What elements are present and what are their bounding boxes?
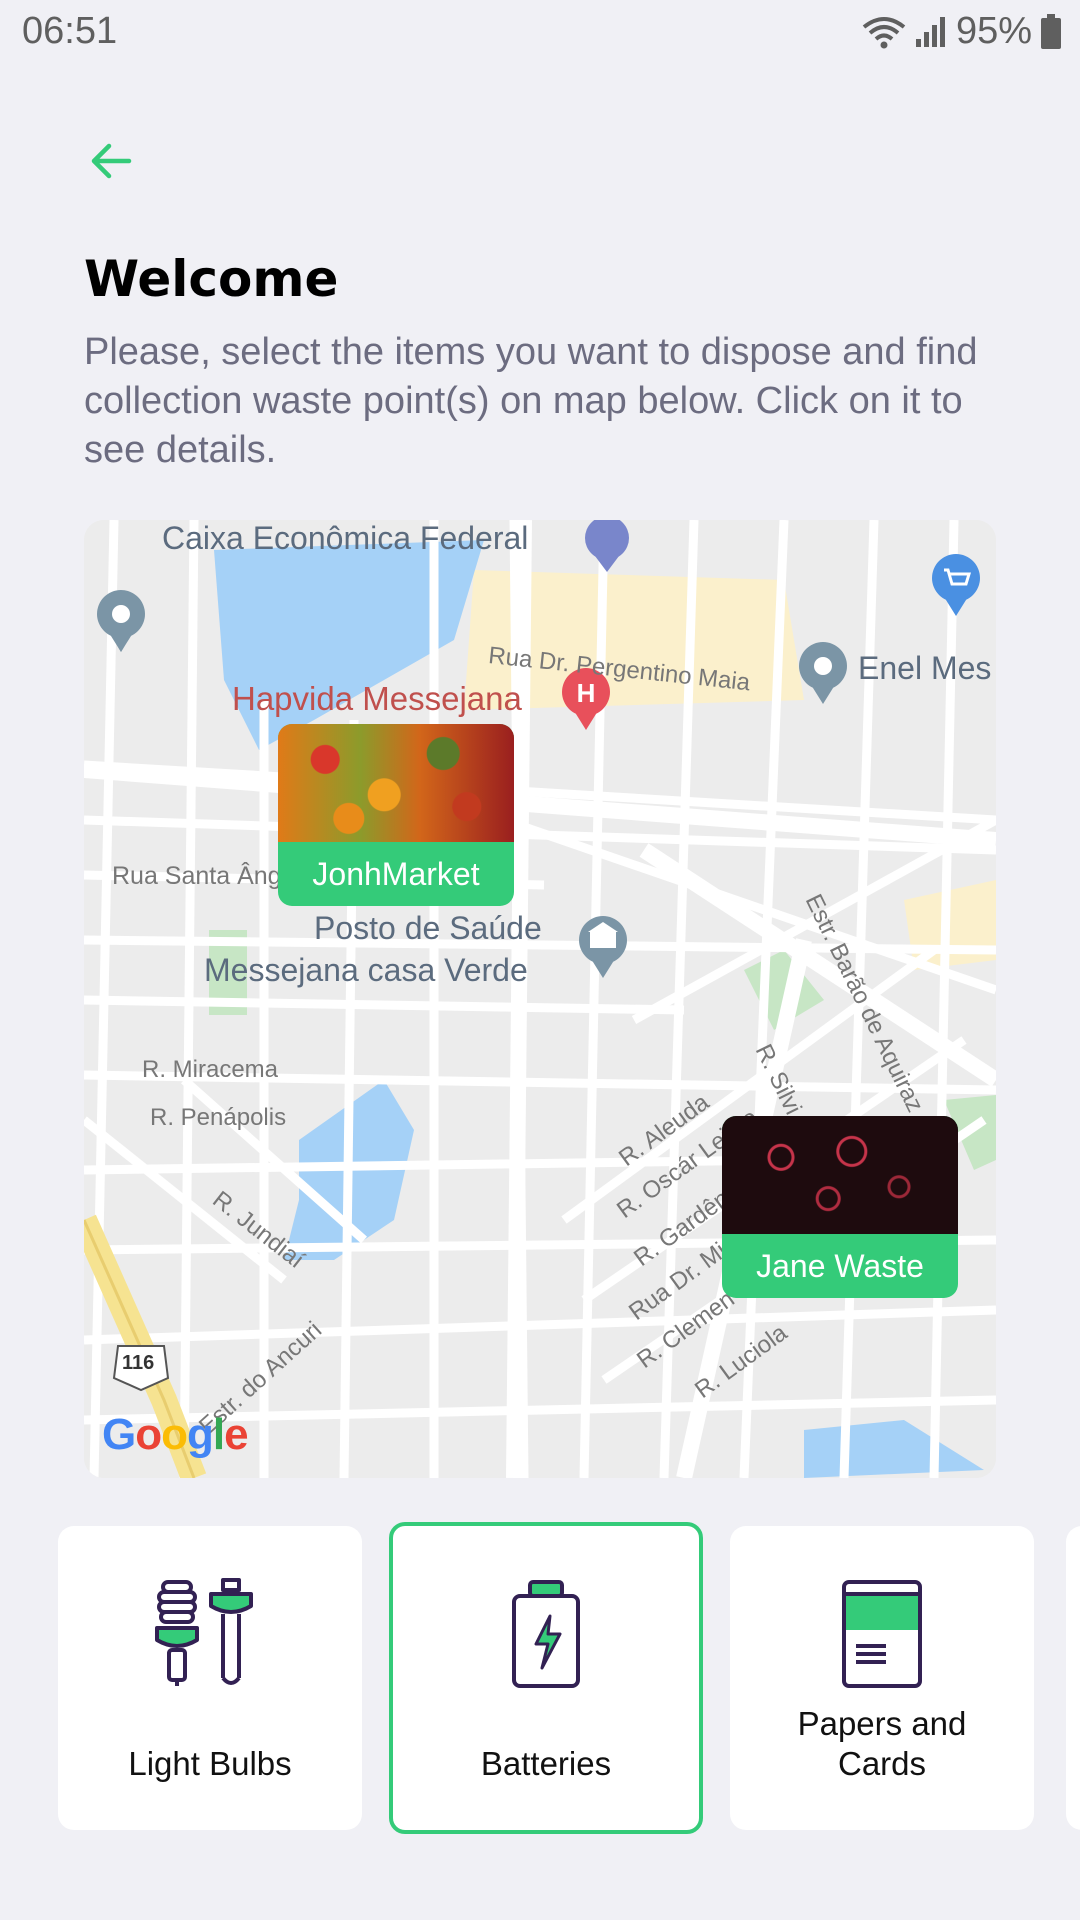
- item-label: Light Bulbs: [128, 1745, 292, 1782]
- back-button[interactable]: [84, 134, 138, 188]
- battery-status-icon: [1041, 13, 1061, 49]
- map[interactable]: H Caixa Econômica Federal Hapvida Messej…: [84, 520, 996, 1478]
- item-label-line2: Cards: [837, 1745, 927, 1782]
- item-label: Papers and Cards: [734, 1704, 1030, 1784]
- items-list: Light Bulbs Batteries Papers and Cards: [0, 1522, 1080, 1834]
- map-label-rua-santa: Rua Santa Âng: [112, 862, 282, 890]
- map-label-enel: Enel Mes: [858, 650, 992, 686]
- map-marker-jane-waste[interactable]: Jane Waste: [722, 1116, 958, 1298]
- paper-cards-icon: [842, 1580, 922, 1688]
- item-label-line1: Papers and: [797, 1705, 967, 1742]
- map-label-posto-1: Posto de Saúde: [314, 910, 542, 946]
- map-label-posto-2: Messejana casa Verde: [204, 952, 528, 988]
- map-marker-jonhmarket[interactable]: JonhMarket: [278, 724, 514, 906]
- status-bar: 06:51 95%: [0, 0, 1080, 66]
- map-label-hapvida: Hapvida Messejana: [232, 680, 522, 717]
- page-description: Please, select the items you want to dis…: [84, 331, 978, 471]
- svg-text:H: H: [577, 678, 596, 708]
- light-bulbs-icon: [155, 1578, 253, 1686]
- signal-icon: [915, 16, 945, 47]
- item-label: Batteries: [480, 1745, 612, 1782]
- item-next-partial[interactable]: [1066, 1526, 1080, 1830]
- marker-name: JonhMarket: [312, 856, 480, 892]
- status-time: 06:51: [22, 10, 118, 52]
- status-icons: 95%: [862, 10, 1062, 53]
- highway-shield-label: 116: [122, 1352, 155, 1374]
- battery-icon: [512, 1580, 580, 1688]
- google-logo: Google: [102, 1410, 249, 1459]
- marker-name: Jane Waste: [756, 1248, 924, 1284]
- item-papers-and-cards[interactable]: Papers and Cards: [730, 1526, 1034, 1830]
- wifi-icon: [862, 16, 906, 48]
- item-light-bulbs[interactable]: Light Bulbs: [58, 1526, 362, 1830]
- map-label-penapolis: R. Penápolis: [150, 1104, 287, 1131]
- marker-image: [278, 724, 514, 842]
- arrow-left-icon: [91, 143, 132, 179]
- map-label-miracema: R. Miracema: [142, 1056, 279, 1083]
- marker-image: [722, 1116, 958, 1234]
- map-label-caixa: Caixa Econômica Federal: [162, 520, 529, 556]
- item-batteries[interactable]: Batteries: [389, 1522, 703, 1834]
- page-title: Welcome: [84, 250, 339, 308]
- battery-percent: 95%: [955, 10, 1032, 52]
